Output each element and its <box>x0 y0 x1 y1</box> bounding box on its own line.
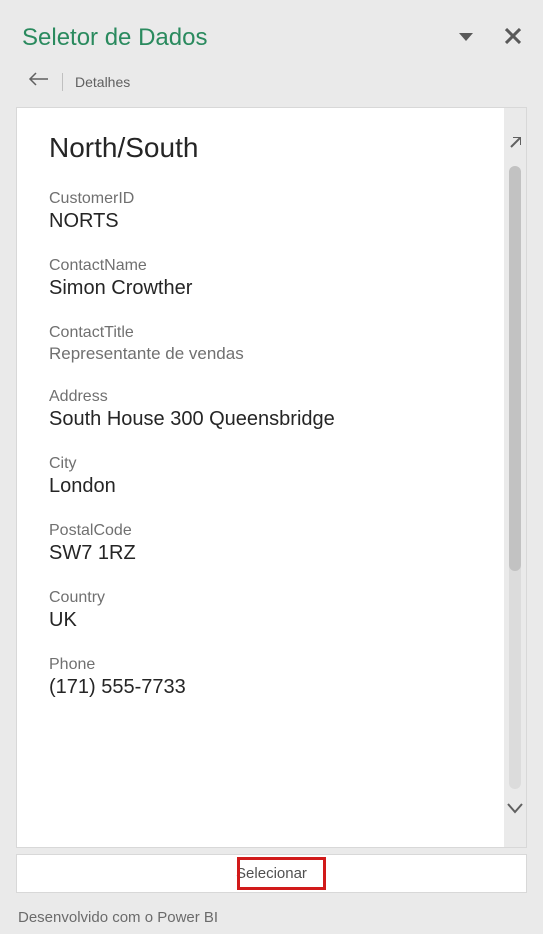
panel-title: Seletor de Dados <box>22 24 207 52</box>
field-value: NORTS <box>49 210 472 233</box>
field-customerid: CustomerID NORTS <box>49 190 472 233</box>
field-contactname: ContactName Simon Crowther <box>49 257 472 300</box>
select-button-label: Selecionar <box>236 865 307 882</box>
scrollbar-thumb[interactable] <box>509 166 521 571</box>
field-label: ContactName <box>49 257 472 275</box>
side-controls <box>504 108 526 847</box>
field-value: Representante de vendas <box>49 344 472 364</box>
back-arrow-icon[interactable] <box>28 72 50 91</box>
field-phone: Phone (171) 555-7733 <box>49 656 472 699</box>
field-value: (171) 555-7733 <box>49 676 472 699</box>
breadcrumb-label: Detalhes <box>75 74 130 90</box>
panel-header: Seletor de Dados <box>0 0 543 64</box>
close-icon[interactable] <box>505 28 521 49</box>
breadcrumb-divider <box>62 73 63 91</box>
field-address: Address South House 300 Queensbridge <box>49 388 472 431</box>
field-label: City <box>49 455 472 473</box>
breadcrumb: Detalhes <box>0 64 543 107</box>
footer-text: Desenvolvido com o Power BI <box>0 899 543 934</box>
field-label: Phone <box>49 656 472 674</box>
field-postalcode: PostalCode SW7 1RZ <box>49 522 472 565</box>
field-label: PostalCode <box>49 522 472 540</box>
page-title: North/South <box>49 132 472 164</box>
scrollbar[interactable] <box>509 166 521 789</box>
select-button[interactable]: Selecionar <box>16 854 527 893</box>
expand-icon[interactable] <box>509 136 521 154</box>
field-label: ContactTitle <box>49 324 472 342</box>
field-label: Country <box>49 589 472 607</box>
field-value: South House 300 Queensbridge <box>49 408 472 431</box>
field-label: Address <box>49 388 472 406</box>
details-card: North/South CustomerID NORTS ContactName… <box>16 107 527 848</box>
chevron-down-icon[interactable] <box>459 29 473 47</box>
field-value: Simon Crowther <box>49 277 472 300</box>
chevron-down-icon[interactable] <box>507 801 523 819</box>
field-value: UK <box>49 609 472 632</box>
field-city: City London <box>49 455 472 498</box>
field-contacttitle: ContactTitle Representante de vendas <box>49 324 472 364</box>
field-value: London <box>49 475 472 498</box>
details-content: North/South CustomerID NORTS ContactName… <box>17 108 504 847</box>
field-country: Country UK <box>49 589 472 632</box>
field-label: CustomerID <box>49 190 472 208</box>
field-value: SW7 1RZ <box>49 542 472 565</box>
